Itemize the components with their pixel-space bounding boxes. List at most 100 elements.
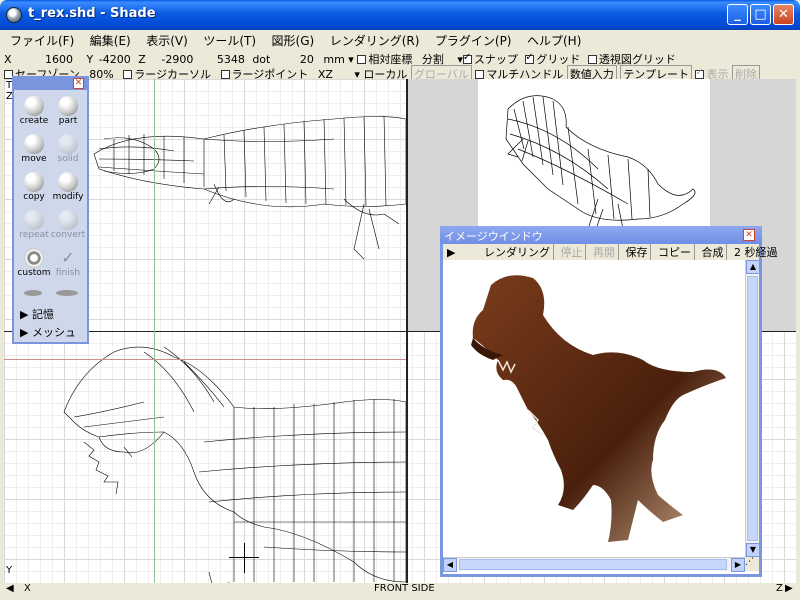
menu-view[interactable]: 表示(V) xyxy=(140,30,194,50)
close-button[interactable]: ✕ xyxy=(773,4,794,25)
move-tool[interactable]: move xyxy=(16,134,52,164)
play-arrow-icon[interactable]: ▶ xyxy=(443,246,477,259)
menu-plugin[interactable]: プラグイン(P) xyxy=(429,30,518,50)
relative-coords-checkbox[interactable] xyxy=(357,55,367,64)
copy-button[interactable]: コピー xyxy=(655,244,695,260)
horizontal-scroll-thumb[interactable] xyxy=(459,559,727,570)
repeat-tool[interactable]: repeat xyxy=(16,210,52,240)
part-label: part xyxy=(58,116,78,126)
menu-shape[interactable]: 図形(G) xyxy=(266,30,321,50)
move-icon xyxy=(24,134,44,154)
rendered-image xyxy=(471,275,726,542)
checkmark-icon: ✓ xyxy=(61,248,75,267)
maximize-button[interactable]: □ xyxy=(750,4,771,25)
convert-tool[interactable]: convert xyxy=(50,210,86,240)
y-axis-line xyxy=(154,79,155,583)
perspective-wireframe xyxy=(505,95,696,230)
image-window-title[interactable]: イメージウインドウ xyxy=(440,226,762,244)
app-icon[interactable] xyxy=(6,7,22,23)
scroll-left-arrow-icon[interactable]: ◀ xyxy=(6,583,14,594)
finish-tool[interactable]: ✓ finish xyxy=(50,248,86,278)
options-bar: セーフゾーン 80% ラージカーソル ラージポイント XZ ▾ ローカル グロー… xyxy=(4,65,796,83)
solid-icon xyxy=(58,134,78,154)
mesh-row[interactable]: ▶ メッシュ xyxy=(20,324,76,340)
custom-label: custom xyxy=(17,268,51,278)
menu-bar: ファイル(F) 編集(E) 表示(V) ツール(T) 図形(G) レンダリング(… xyxy=(4,30,796,50)
ellipse-icon-left[interactable] xyxy=(24,290,42,296)
part-tool[interactable]: part xyxy=(50,96,86,126)
move-label: move xyxy=(21,154,47,164)
multi-handle-checkbox[interactable] xyxy=(475,70,485,79)
palette-close-button[interactable]: ✕ xyxy=(73,78,84,89)
solid-label: solid xyxy=(57,154,79,164)
image-window[interactable]: イメージウインドウ ✕ ▶ レンダリング 停止 再開 保存 コピー 合成 2 秒… xyxy=(440,226,777,577)
create-tool[interactable]: create xyxy=(16,96,52,126)
menu-rendering[interactable]: レンダリング(R) xyxy=(324,30,426,50)
expand-arrow-icon: ▶ xyxy=(20,326,32,339)
image-horizontal-scrollbar[interactable]: ◀ ▶ xyxy=(443,557,745,572)
create-label: create xyxy=(19,116,49,126)
snap-checkbox[interactable] xyxy=(462,52,472,64)
resume-button[interactable]: 再開 xyxy=(590,244,619,260)
copy-label: copy xyxy=(23,192,45,202)
scroll-down-icon[interactable]: ▼ xyxy=(746,543,760,557)
bottom-ruler: ◀ X FRONT SIDE Z ▶ xyxy=(4,583,796,596)
modify-tool[interactable]: modify xyxy=(50,172,86,202)
expand-arrow-icon: ▶ xyxy=(20,308,32,321)
gear-icon xyxy=(24,248,44,268)
menu-tools[interactable]: ツール(T) xyxy=(197,30,262,50)
mesh-label: メッシュ xyxy=(31,326,76,339)
perspective-grid-checkbox[interactable] xyxy=(587,55,597,64)
copy-icon xyxy=(24,172,44,192)
scroll-up-icon[interactable]: ▲ xyxy=(746,260,760,274)
ellipse-icon-right[interactable] xyxy=(56,290,78,296)
x-axis-line xyxy=(4,359,406,360)
render-button[interactable]: レンダリング xyxy=(481,244,554,260)
convert-label: convert xyxy=(50,230,86,240)
scroll-left-icon[interactable]: ◀ xyxy=(443,558,457,572)
repeat-icon xyxy=(24,210,44,230)
menu-edit[interactable]: 編集(E) xyxy=(84,30,137,50)
menu-help[interactable]: ヘルプ(H) xyxy=(521,30,587,50)
stop-button[interactable]: 停止 xyxy=(557,244,587,260)
scroll-right-icon[interactable]: ▶ xyxy=(731,558,745,572)
copy-tool[interactable]: copy xyxy=(16,172,52,202)
display-checkbox[interactable] xyxy=(695,67,705,79)
resize-grip-icon[interactable]: ⋰ xyxy=(745,557,759,571)
memory-label: 記憶 xyxy=(31,308,54,321)
elapsed-time: 2 秒経過 xyxy=(733,246,778,259)
perspective-canvas[interactable] xyxy=(478,79,710,230)
minimize-button[interactable]: _ xyxy=(727,4,748,25)
convert-icon xyxy=(58,210,78,230)
window-title: t_rex.shd - Shade xyxy=(28,6,156,21)
image-vertical-scrollbar[interactable]: ▲ ▼ xyxy=(745,260,760,557)
create-icon xyxy=(24,96,44,116)
title-bar: t_rex.shd - Shade _ □ ✕ xyxy=(0,0,800,30)
axis-z-label: Z xyxy=(776,583,783,594)
front-view-wireframe xyxy=(63,346,406,583)
scroll-right-arrow-icon[interactable]: ▶ xyxy=(785,583,793,594)
axis-x-label: X xyxy=(24,583,31,594)
large-cursor-checkbox[interactable] xyxy=(123,70,133,79)
composite-button[interactable]: 合成 xyxy=(698,244,728,260)
axis-y-label: Y xyxy=(6,565,13,576)
view-name-label: FRONT SIDE xyxy=(374,583,435,594)
repeat-label: repeat xyxy=(19,230,49,240)
finish-label: finish xyxy=(55,268,81,278)
image-window-close-button[interactable]: ✕ xyxy=(743,229,755,241)
crosshair-cursor-vertical xyxy=(244,543,245,573)
solid-tool[interactable]: solid xyxy=(50,134,86,164)
modify-label: modify xyxy=(52,192,84,202)
image-window-toolbar: ▶ レンダリング 停止 再開 保存 コピー 合成 2 秒経過 xyxy=(443,244,777,260)
modify-icon xyxy=(58,172,78,192)
coordinate-bar: X 1600 Y -4200 Z -2900 5348 dot 20 mm ▾ … xyxy=(4,51,796,66)
tool-palette[interactable]: ✕ create part move solid copy modify rep… xyxy=(12,76,89,344)
custom-tool[interactable]: custom xyxy=(16,248,52,278)
vertical-scroll-thumb[interactable] xyxy=(747,276,758,541)
grid-checkbox[interactable] xyxy=(525,52,535,64)
save-button[interactable]: 保存 xyxy=(622,244,652,260)
menu-file[interactable]: ファイル(F) xyxy=(4,30,80,50)
memory-row[interactable]: ▶ 記憶 xyxy=(20,306,54,322)
part-icon xyxy=(58,96,78,116)
large-point-checkbox[interactable] xyxy=(220,70,230,79)
